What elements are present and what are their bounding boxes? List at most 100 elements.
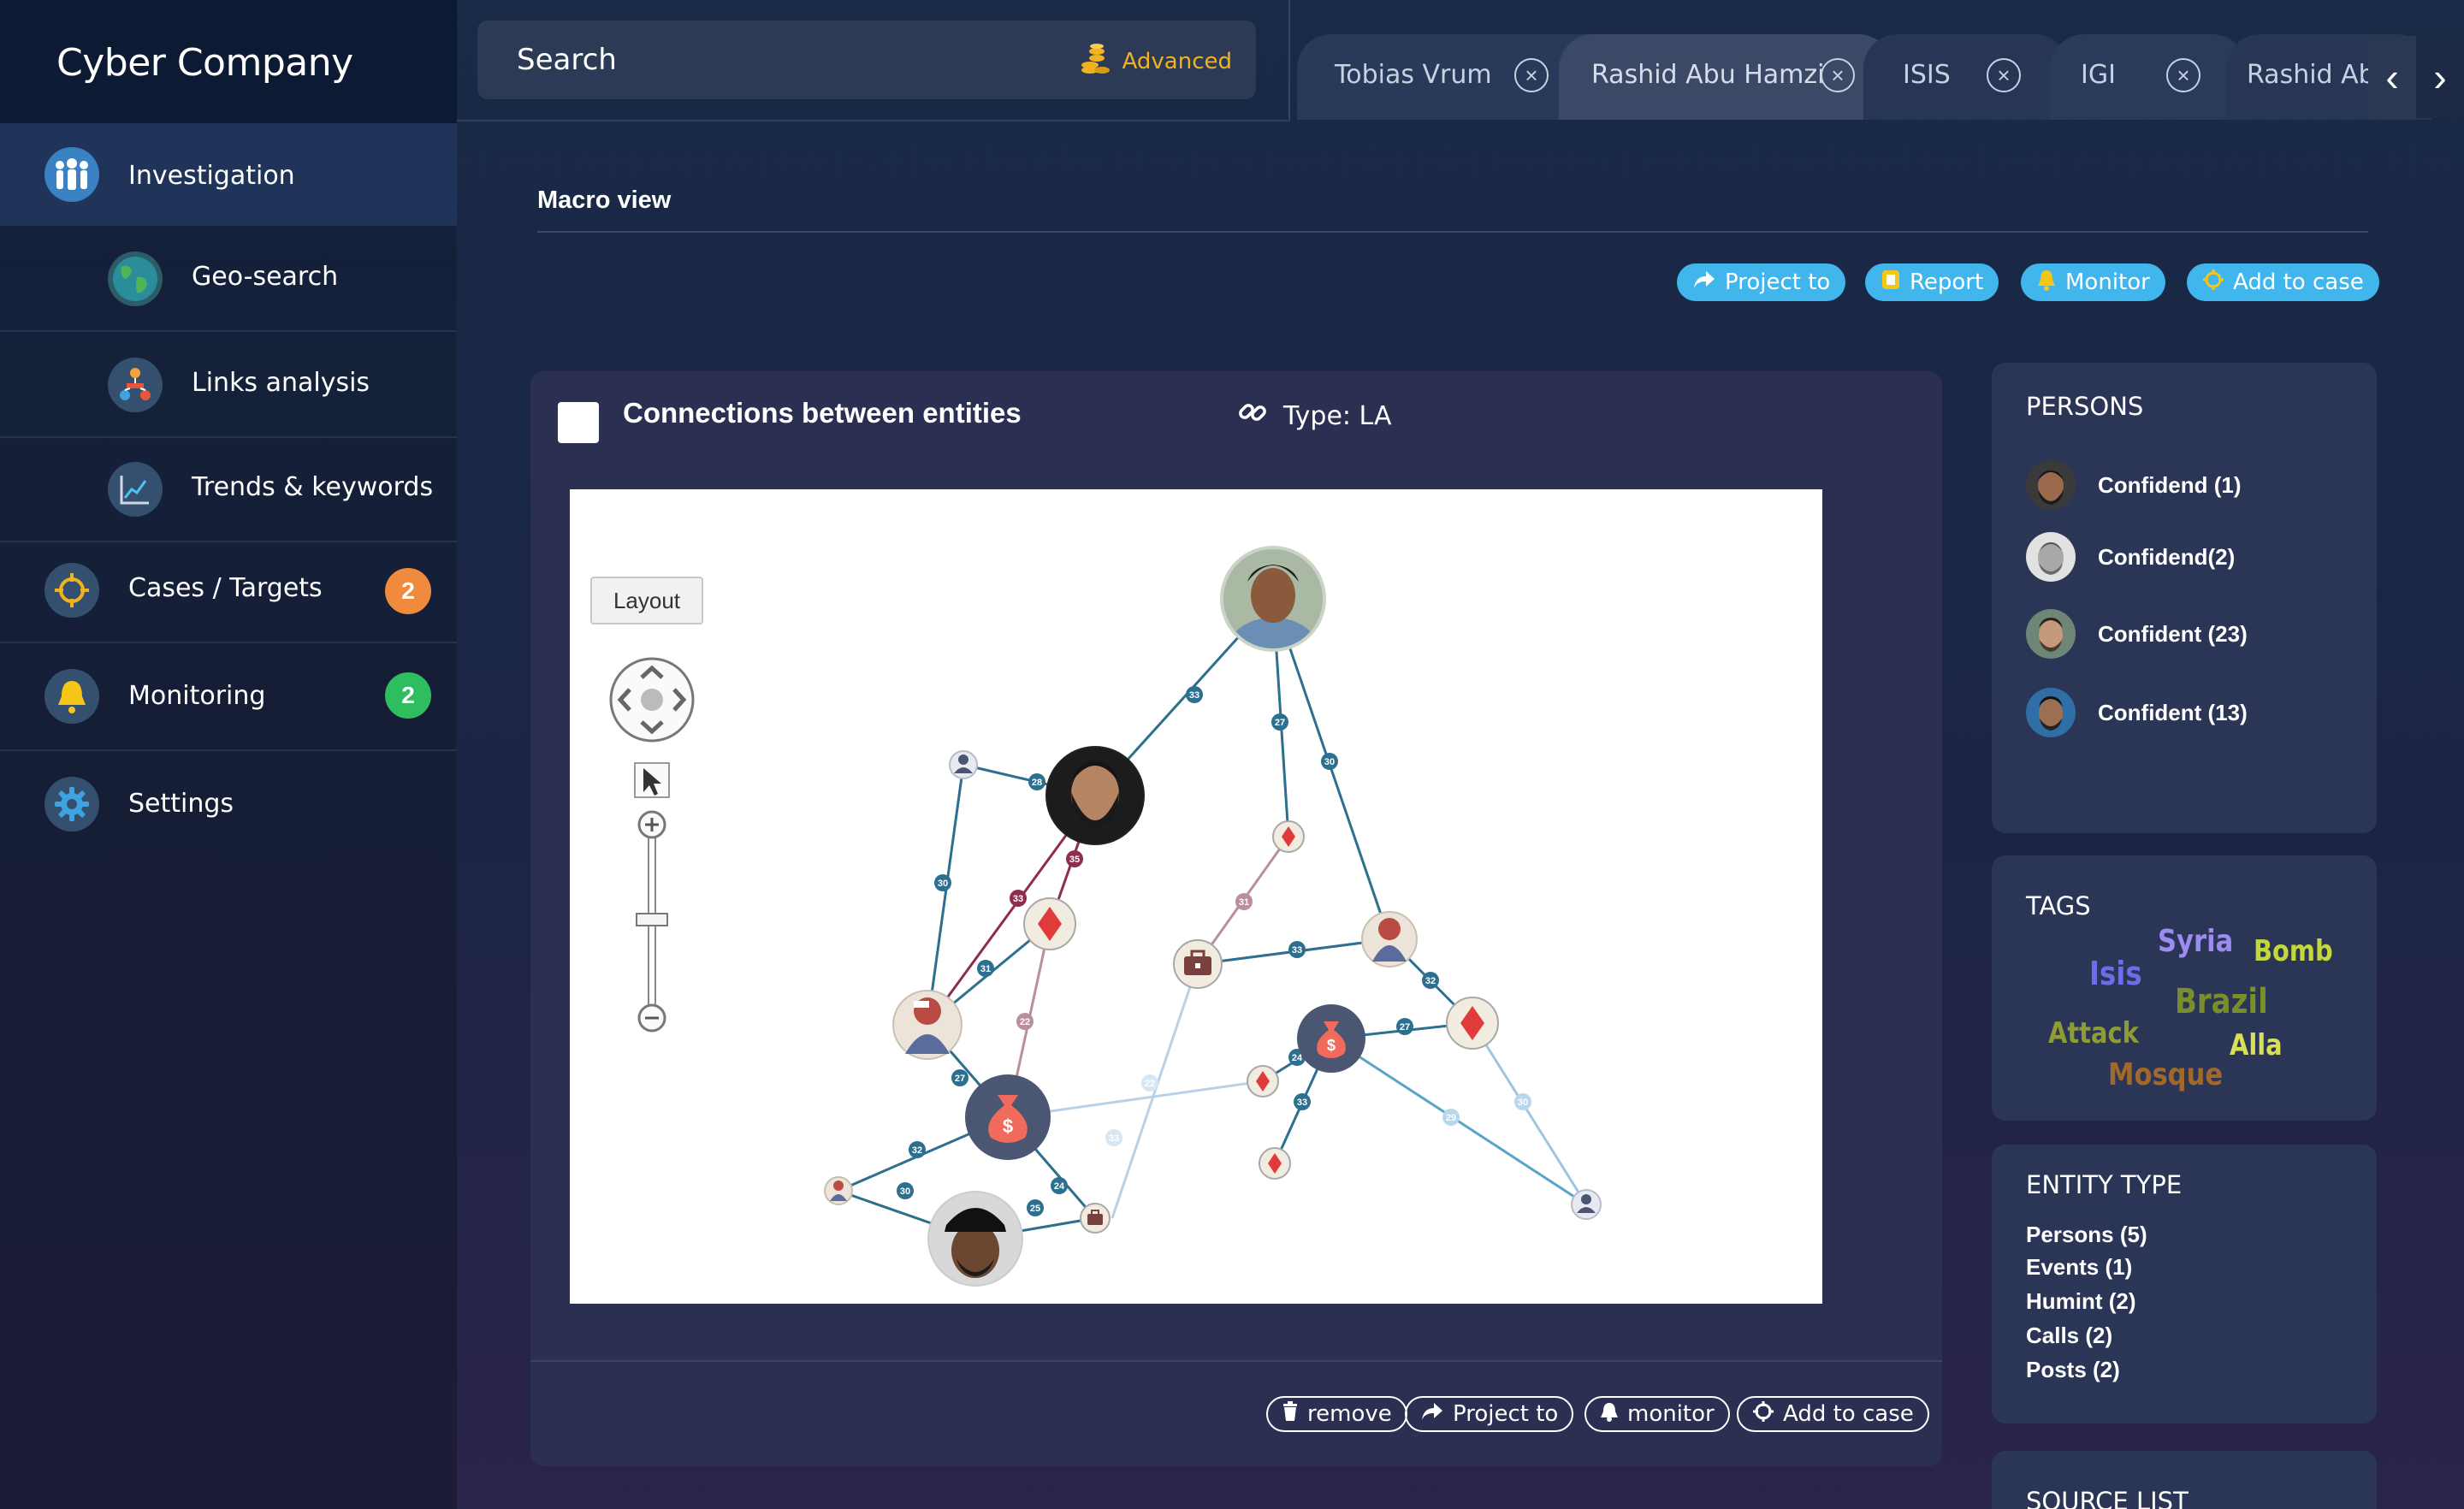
event-node[interactable] bbox=[1446, 997, 1499, 1050]
close-icon[interactable]: × bbox=[1987, 58, 2021, 92]
tag-item[interactable]: Brazil bbox=[2175, 982, 2268, 1021]
money-node[interactable]: $ bbox=[965, 1074, 1051, 1160]
link-graph-canvas[interactable]: Layout 33 27 30 28 35 33 31 30 31 33 32 … bbox=[570, 489, 1822, 1304]
person-node[interactable] bbox=[892, 990, 962, 1060]
person-node[interactable] bbox=[1045, 746, 1145, 845]
panel-title: ENTITY TYPE bbox=[2026, 1170, 2183, 1199]
person-node[interactable] bbox=[949, 750, 978, 779]
footer-label: remove bbox=[1307, 1401, 1392, 1427]
sidebar-item-label: Geo-search bbox=[192, 262, 339, 292]
edge-label: 33 bbox=[1010, 890, 1027, 907]
sidebar-item-cases-targets[interactable]: Cases / Targets 2 bbox=[0, 542, 457, 643]
close-icon[interactable]: × bbox=[1514, 58, 1549, 92]
panel-title: PERSONS bbox=[2026, 392, 2144, 421]
remove-button[interactable]: remove bbox=[1266, 1396, 1407, 1432]
person-node[interactable] bbox=[1571, 1189, 1602, 1220]
tag-item[interactable]: Isis bbox=[2089, 955, 2142, 992]
event-node[interactable] bbox=[1247, 1065, 1279, 1098]
edge-label: 27 bbox=[1271, 713, 1288, 731]
edge-label: 33 bbox=[1294, 1093, 1311, 1110]
action-label: Project to bbox=[1725, 269, 1831, 295]
report-button[interactable]: Report bbox=[1865, 263, 1999, 301]
person-node[interactable] bbox=[1220, 546, 1326, 679]
sidebar-item-trends-keywords[interactable]: Trends & keywords bbox=[0, 438, 457, 542]
svg-text:33: 33 bbox=[1292, 945, 1302, 956]
person-item[interactable]: Confidend (1) bbox=[2026, 460, 2242, 510]
svg-text:30: 30 bbox=[938, 879, 948, 889]
svg-text:33: 33 bbox=[1189, 690, 1199, 701]
person-node[interactable] bbox=[824, 1176, 853, 1205]
case-node[interactable] bbox=[1173, 939, 1223, 989]
svg-text:24: 24 bbox=[1054, 1181, 1065, 1192]
sidebar-item-geo-search[interactable]: Geo-search bbox=[0, 226, 457, 332]
tab-isis[interactable]: ISIS × bbox=[1863, 34, 2069, 120]
close-icon[interactable]: × bbox=[1821, 58, 1855, 92]
edge-label: 27 bbox=[1396, 1018, 1413, 1035]
event-node[interactable] bbox=[1023, 897, 1076, 950]
tag-item[interactable]: Alla bbox=[2230, 1028, 2283, 1062]
share-icon bbox=[1692, 269, 1716, 296]
add-to-case-button[interactable]: Add to case bbox=[1737, 1396, 1929, 1432]
panel-footer-divider bbox=[530, 1360, 1942, 1362]
sidebar-item-label: Investigation bbox=[128, 161, 295, 191]
page-title: Macro view bbox=[537, 186, 672, 214]
topbar-divider bbox=[457, 120, 1290, 121]
search-input[interactable]: Search Advanced bbox=[477, 21, 1256, 99]
monitor-button[interactable]: monitor bbox=[1584, 1396, 1730, 1432]
entity-type-item[interactable]: Humint (2) bbox=[2026, 1288, 2136, 1315]
tag-item[interactable]: Mosque bbox=[2108, 1057, 2223, 1092]
entity-type-item[interactable]: Posts (2) bbox=[2026, 1357, 2120, 1383]
person-item[interactable]: Confident (23) bbox=[2026, 609, 2248, 659]
entity-type-item[interactable]: Calls (2) bbox=[2026, 1323, 2112, 1349]
footer-label: monitor bbox=[1627, 1401, 1715, 1427]
sidebar-item-label: Monitoring bbox=[128, 681, 266, 711]
sidebar-item-links-analysis[interactable]: Links analysis bbox=[0, 332, 457, 438]
tag-item[interactable]: Syria bbox=[2158, 924, 2233, 959]
connections-panel: Connections between entities Type: LA La… bbox=[530, 371, 1942, 1466]
event-node[interactable] bbox=[1272, 820, 1305, 853]
project-to-button[interactable]: Project to bbox=[1405, 1396, 1574, 1432]
entity-type-item[interactable]: Events (1) bbox=[2026, 1254, 2132, 1281]
svg-text:$: $ bbox=[1327, 1037, 1336, 1054]
svg-text:33: 33 bbox=[1109, 1133, 1119, 1144]
globe-icon bbox=[108, 252, 163, 306]
tab-rashid-abu-hamzi[interactable]: Rashid Abu Hamzi × bbox=[1559, 34, 1892, 120]
sidebar-item-monitoring[interactable]: Monitoring 2 bbox=[0, 643, 457, 751]
add-to-case-button[interactable]: Add to case bbox=[2187, 263, 2379, 301]
network-icon bbox=[108, 358, 163, 412]
case-node[interactable] bbox=[1080, 1203, 1111, 1234]
monitor-button[interactable]: Monitor bbox=[2021, 263, 2165, 301]
crosshair-icon bbox=[1752, 1400, 1774, 1429]
tab-label: Rashid Abu Hamzi bbox=[1591, 60, 1825, 90]
entity-type-item[interactable]: Persons (5) bbox=[2026, 1222, 2147, 1248]
tab-label: Tobias Vrum bbox=[1335, 60, 1492, 90]
person-name: Confidend (1) bbox=[2098, 471, 2242, 498]
tag-item[interactable]: Bomb bbox=[2254, 934, 2333, 968]
svg-text:$: $ bbox=[1003, 1115, 1013, 1137]
bell-icon bbox=[44, 669, 99, 724]
event-node[interactable] bbox=[1259, 1147, 1291, 1180]
svg-text:30: 30 bbox=[900, 1186, 910, 1197]
edge-label: 22 bbox=[1141, 1074, 1158, 1092]
edge-label: 30 bbox=[897, 1182, 914, 1199]
money-node[interactable]: $ bbox=[1297, 1004, 1365, 1073]
person-node[interactable] bbox=[927, 1191, 1023, 1287]
chart-icon bbox=[108, 462, 163, 517]
entity-graph[interactable]: 33 27 30 28 35 33 31 30 31 33 32 22 27 2… bbox=[570, 489, 1822, 1304]
sidebar-item-investigation[interactable]: Investigation bbox=[0, 123, 457, 226]
select-checkbox[interactable] bbox=[558, 402, 599, 443]
close-icon[interactable]: × bbox=[2166, 58, 2200, 92]
tab-igi[interactable]: IGI × bbox=[2050, 34, 2247, 120]
project-to-button[interactable]: Project to bbox=[1677, 263, 1846, 301]
svg-text:31: 31 bbox=[1239, 897, 1249, 908]
person-item[interactable]: Confident (13) bbox=[2026, 688, 2248, 737]
edge-label: 30 bbox=[934, 874, 951, 891]
tabs-scroll-left-button[interactable]: ‹ bbox=[2368, 36, 2416, 118]
advanced-search-button[interactable]: Advanced bbox=[1080, 43, 1232, 80]
tabs-scroll-right-button[interactable]: › bbox=[2416, 36, 2464, 118]
person-item[interactable]: Confidend(2) bbox=[2026, 532, 2235, 582]
tag-item[interactable]: Attack bbox=[2048, 1016, 2139, 1050]
sidebar-item-settings[interactable]: Settings bbox=[0, 751, 457, 859]
person-node[interactable] bbox=[1361, 911, 1418, 968]
svg-text:22: 22 bbox=[1145, 1079, 1155, 1089]
